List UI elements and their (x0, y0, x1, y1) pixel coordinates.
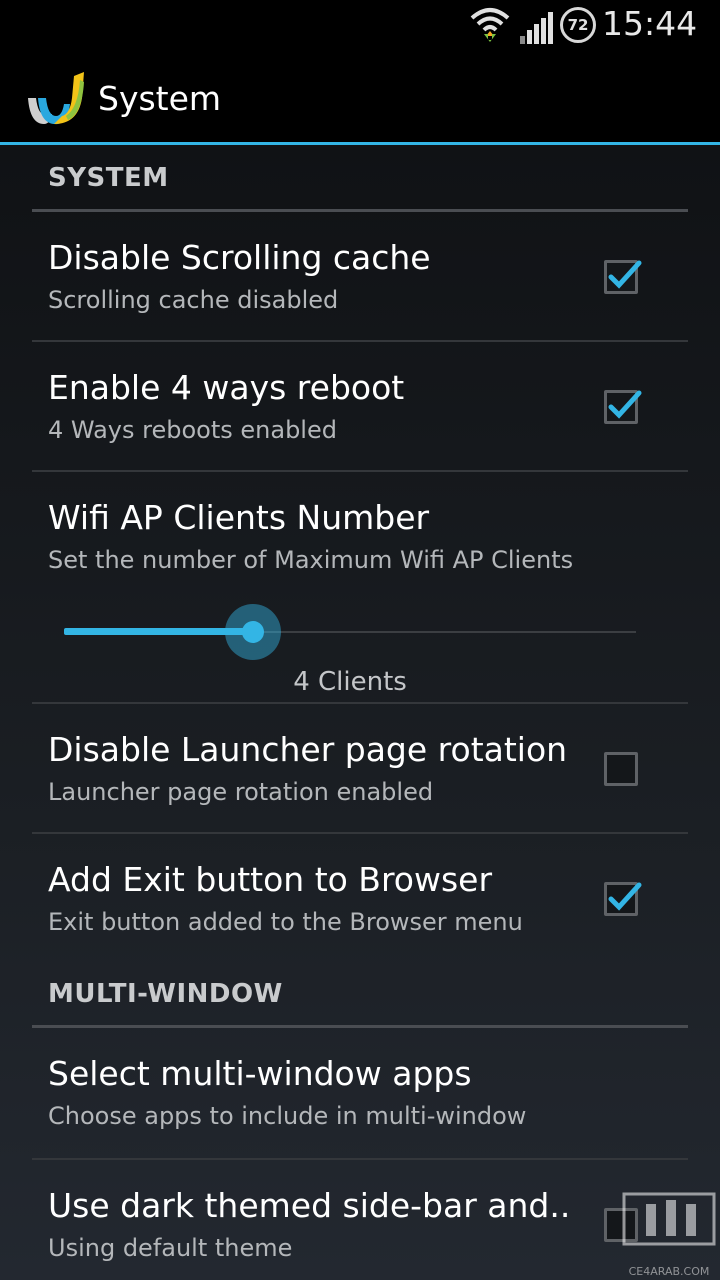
pref-dark-themed-sidebar[interactable]: Use dark themed side-bar and.. Using def… (32, 1160, 688, 1280)
pref-title: Add Exit button to Browser (48, 860, 493, 899)
clock: 15:44 (602, 4, 698, 43)
checkbox-unchecked[interactable] (604, 752, 638, 786)
checkbox-checked[interactable] (604, 260, 642, 294)
pref-summary: Using default theme (48, 1234, 293, 1262)
status-bar: 72 15:44 (0, 0, 720, 50)
pref-summary: Exit button added to the Browser menu (48, 908, 523, 936)
section-label: MULTI-WINDOW (48, 979, 283, 1009)
pref-title: Disable Launcher page rotation (48, 730, 568, 769)
pref-enable-4-ways-reboot[interactable]: Enable 4 ways reboot 4 Ways reboots enab… (32, 342, 688, 470)
section-header-system: SYSTEM (32, 145, 688, 212)
pref-title: Disable Scrolling cache (48, 238, 431, 277)
checkbox-checked[interactable] (604, 390, 642, 424)
pref-title: Wifi AP Clients Number (48, 498, 430, 537)
page-title: System (98, 79, 222, 118)
watermark-text: CE4ARAB.COM (628, 1265, 710, 1278)
pref-summary: Launcher page rotation enabled (48, 778, 434, 806)
slider-thumb[interactable] (225, 604, 281, 660)
section-header-multi-window: MULTI-WINDOW (32, 965, 688, 1028)
pref-disable-launcher-rotation[interactable]: Disable Launcher page rotation Launcher … (32, 704, 688, 832)
battery-icon: 72 (560, 7, 596, 43)
signal-icon (520, 12, 553, 44)
checkbox-checked[interactable] (604, 882, 642, 916)
checkmark-icon (608, 390, 642, 419)
pref-title: Enable 4 ways reboot (48, 368, 405, 407)
pref-title: Select multi-window apps (48, 1054, 472, 1093)
pref-add-exit-button-browser[interactable]: Add Exit button to Browser Exit button a… (32, 834, 688, 962)
pref-summary: 4 Ways reboots enabled (48, 416, 337, 444)
pref-select-multi-window-apps[interactable]: Select multi-window apps Choose apps to … (32, 1028, 688, 1156)
slider-thumb-core (242, 621, 264, 643)
preferences-list[interactable]: SYSTEM Disable Scrolling cache Scrolling… (0, 145, 720, 1280)
watermark-logo: CE4ARAB.COM (620, 1190, 718, 1278)
pref-disable-scrolling-cache[interactable]: Disable Scrolling cache Scrolling cache … (32, 212, 688, 340)
checkmark-icon (608, 260, 642, 289)
checkmark-icon (608, 882, 642, 911)
pref-summary: Choose apps to include in multi-window (48, 1102, 527, 1130)
pref-summary: Set the number of Maximum Wifi AP Client… (48, 546, 574, 574)
pref-title: Use dark themed side-bar and.. (48, 1186, 571, 1225)
slider-value-label: 4 Clients (293, 667, 407, 697)
wifi-icon (470, 8, 510, 42)
action-bar: System (0, 50, 720, 145)
watermark-icon (622, 1192, 716, 1246)
app-logo-icon[interactable] (24, 68, 90, 128)
pref-summary: Scrolling cache disabled (48, 286, 339, 314)
section-label: SYSTEM (48, 163, 169, 193)
